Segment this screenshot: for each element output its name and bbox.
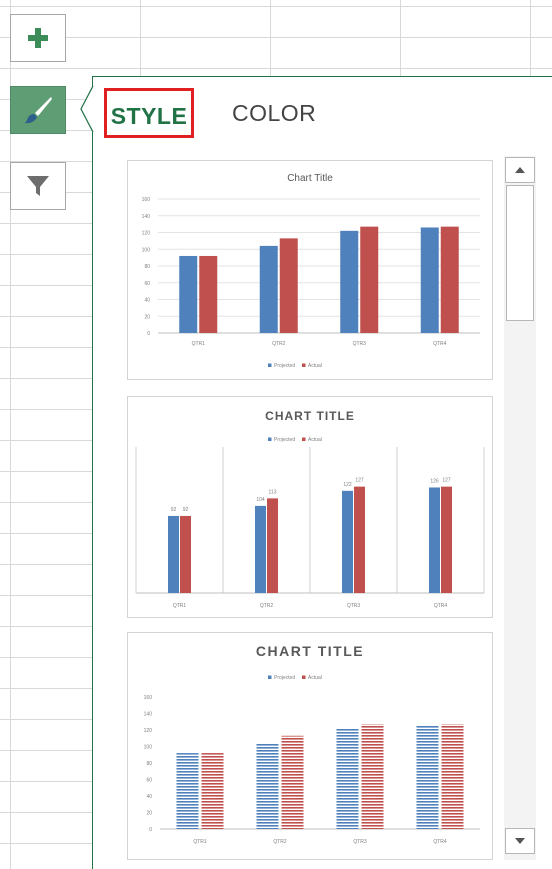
- funnel-icon: [27, 176, 49, 196]
- y-tick-label: 0: [147, 331, 150, 337]
- bar-projected-qtr1: [179, 255, 198, 333]
- bar-projected-qtr4: [416, 725, 439, 829]
- data-label: 127: [355, 478, 364, 484]
- bar-projected-qtr1: [176, 753, 199, 829]
- bar-actual-qtr2: [267, 498, 278, 593]
- y-tick-label: 0: [149, 827, 152, 833]
- chart-style-2-plot: 92 92QTR1104113QTR2122127QTR3126 127QTR4Pr…: [135, 437, 485, 609]
- y-tick-label: 120: [142, 231, 151, 237]
- data-label: 126: [430, 478, 439, 484]
- data-label: 113: [269, 489, 277, 495]
- y-tick-label: 140: [142, 214, 151, 220]
- legend-label: Actual: [308, 437, 322, 443]
- data-label: 92: [183, 507, 189, 513]
- chart-style-3-thumbnail[interactable]: CHART TITLE 0 20 40 60 80 100 120 140 160 QTR1 QTR…: [127, 632, 493, 860]
- y-tick-label: 120: [144, 728, 153, 734]
- chart-style-1-thumbnail[interactable]: Chart Title 0 20 40 60 80 100 120 140 160 QTR1 QTR…: [127, 160, 493, 380]
- pane-pointer: [80, 86, 104, 132]
- x-tick-label: QTR4: [433, 341, 447, 347]
- bar-actual-qtr1: [199, 255, 218, 333]
- chart-style-1-plot: 0 20 40 60 80 100 120 140 160 QTR1 QTR2 QTR3 QTR4 Pro…: [142, 197, 480, 369]
- bar-projected-qtr2: [256, 743, 279, 829]
- y-tick-label: 100: [142, 247, 151, 253]
- bar-actual-qtr4: [441, 724, 464, 829]
- tab-color[interactable]: COLOR: [232, 88, 316, 138]
- data-label: 104: [256, 497, 265, 503]
- y-tick-label: 160: [144, 695, 153, 701]
- bar-actual-qtr3: [354, 486, 365, 593]
- legend-label: Projected: [274, 675, 295, 681]
- chart-styles-button[interactable]: [10, 86, 66, 134]
- scroll-up-button[interactable]: [505, 157, 535, 183]
- data-label: 92: [171, 507, 177, 513]
- scrollbar-thumb[interactable]: [506, 185, 534, 321]
- tab-style[interactable]: STYLE: [104, 88, 194, 138]
- x-tick-label: QTR3: [347, 603, 361, 609]
- y-tick-label: 60: [146, 778, 152, 784]
- legend-swatch-actual: [302, 675, 306, 679]
- data-label: 122: [343, 482, 352, 488]
- y-tick-label: 80: [146, 761, 152, 767]
- x-tick-label: QTR4: [433, 839, 447, 845]
- chart-filters-button[interactable]: [10, 162, 66, 210]
- chart-style-2-thumbnail[interactable]: CHART TITLE 92 92 QTR1 104 113 QTR2 122 127 QTR3…: [127, 396, 493, 618]
- x-tick-label: QTR4: [434, 603, 448, 609]
- bar-actual-qtr1: [201, 753, 224, 829]
- triangle-down-icon: [515, 838, 525, 844]
- x-tick-label: QTR2: [260, 603, 274, 609]
- x-tick-label: QTR1: [173, 603, 187, 609]
- bar-projected-qtr3: [340, 230, 359, 333]
- y-tick-label: 20: [144, 314, 150, 320]
- add-chart-element-button[interactable]: [10, 14, 66, 62]
- y-tick-label: 80: [144, 264, 150, 270]
- legend-label: Actual: [308, 675, 322, 681]
- x-tick-label: QTR2: [272, 341, 286, 347]
- bar-projected-qtr3: [336, 728, 359, 829]
- bar-actual-qtr3: [360, 226, 379, 333]
- y-tick-label: 40: [144, 298, 150, 304]
- y-tick-label: 20: [146, 811, 152, 817]
- bar-actual-qtr1: [180, 515, 191, 593]
- bar-actual-qtr4: [440, 226, 459, 333]
- bar-projected-qtr4: [429, 487, 440, 593]
- legend-swatch-projected: [268, 437, 272, 441]
- bar-projected-qtr1: [168, 515, 179, 593]
- y-tick-label: 40: [146, 794, 152, 800]
- scroll-down-button[interactable]: [505, 828, 535, 854]
- plus-icon: [28, 28, 48, 48]
- bar-projected-qtr2: [255, 505, 266, 593]
- x-tick-label: QTR1: [193, 839, 207, 845]
- x-tick-label: QTR2: [273, 839, 287, 845]
- bar-projected-qtr4: [420, 227, 439, 333]
- y-tick-label: 100: [144, 745, 153, 751]
- bar-projected-qtr2: [259, 245, 278, 333]
- legend-swatch-actual: [302, 363, 306, 367]
- data-label: 127: [442, 478, 451, 484]
- x-tick-label: QTR3: [353, 839, 367, 845]
- x-tick-label: QTR1: [192, 341, 206, 347]
- legend-label: Projected: [274, 437, 295, 443]
- bar-actual-qtr3: [361, 724, 384, 829]
- legend-label: Actual: [308, 363, 322, 369]
- y-tick-label: 140: [144, 712, 153, 718]
- legend-label: Projected: [274, 363, 295, 369]
- bar-actual-qtr4: [441, 486, 452, 593]
- legend-swatch-projected: [268, 363, 272, 367]
- legend-swatch-projected: [268, 675, 272, 679]
- chart-style-3-plot: 0 20 40 60 80 100 120 140 160 QTR1 QTR2 QTR3 QTR4 Pro…: [144, 675, 480, 845]
- y-tick-label: 160: [142, 197, 151, 203]
- bar-actual-qtr2: [279, 238, 298, 333]
- brush-icon: [24, 97, 52, 124]
- x-tick-label: QTR3: [353, 341, 367, 347]
- bar-projected-qtr3: [342, 490, 353, 593]
- y-tick-label: 60: [144, 281, 150, 287]
- bar-actual-qtr2: [281, 735, 304, 829]
- triangle-up-icon: [515, 167, 525, 173]
- legend-swatch-actual: [302, 437, 306, 441]
